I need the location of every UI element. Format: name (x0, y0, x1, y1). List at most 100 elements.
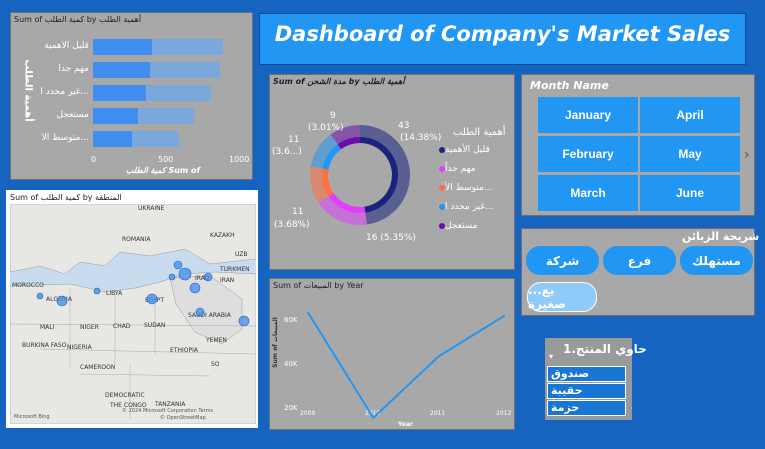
bar-chart-xlabel: كمية الطلب Sum of (126, 166, 200, 175)
map-bubble[interactable] (168, 273, 176, 281)
line-chart[interactable] (270, 279, 516, 431)
month-tile-february[interactable]: February (538, 136, 638, 172)
month-slicer-title: Month Name (530, 79, 609, 92)
container-slicer-title: حاوي المنتج.1 (563, 342, 647, 356)
dashboard-title: Dashboard of Company's Market Sales (274, 22, 731, 46)
donut-label-9-pct: (3.01%) (308, 123, 344, 133)
donut-legend-item[interactable]: غير محدد ا... (436, 202, 494, 212)
bar-highlight (93, 108, 139, 124)
map-label-so: SO (211, 361, 220, 368)
chevron-down-icon[interactable]: ▾ (549, 352, 553, 361)
bar-highlight (93, 85, 147, 101)
donut-legend-label: مهم جداً (445, 164, 476, 174)
map-bubble[interactable] (56, 295, 68, 307)
bar-category-label: غير محدد ا... (40, 87, 89, 97)
bar-highlight (93, 39, 152, 55)
customer-option-consumer[interactable]: مستهلك (680, 246, 753, 275)
bar-category-label: مستعجل (56, 110, 89, 120)
donut-legend-title: أهمية الطلب (453, 127, 506, 138)
bar-chart-title: Sum of كمية الطلب by أهمية الطلب (14, 15, 142, 24)
map-label-chad: CHAD (113, 323, 131, 330)
map-view[interactable]: UKRAINE ROMANIA KAZAKH UZB TURKMEN MOROC… (10, 204, 256, 424)
map-bubble[interactable] (93, 287, 101, 295)
map-label-turkmen: TURKMEN (219, 266, 250, 273)
customer-slicer[interactable]: شريحة الزبائن مستهلك فرع شركة ...يع صغير… (521, 228, 759, 316)
bar-category-label: مهم جداً (58, 64, 89, 74)
map-credit: Microsoft Bing (14, 414, 50, 420)
line-chart-panel[interactable]: Sum of المبيعات by Year Sum of المبيعات … (269, 278, 515, 430)
month-tile-june[interactable]: June (640, 175, 740, 211)
map-label-nigeria: NIGERIA (67, 344, 93, 351)
map-label-saudi: SAUDI ARABIA (188, 312, 232, 319)
map-label-niger: NIGER (80, 324, 99, 331)
donut-legend-label: مستعجل (445, 221, 478, 231)
map-title: Sum of كمية الطلب by المنطقة (10, 193, 122, 202)
month-slicer[interactable]: Month Name January April February May Ma… (521, 74, 755, 216)
map-label-kazakh: KAZAKH (210, 232, 235, 239)
donut-label-9: 9 (330, 111, 336, 121)
line-series[interactable] (307, 311, 505, 420)
dashboard-header: Dashboard of Company's Market Sales (259, 13, 746, 65)
donut-label-11b: 11 (292, 207, 304, 217)
donut-legend-item[interactable]: متوسط الأ... (436, 183, 492, 193)
map-label-romania: ROMANIA (122, 236, 151, 243)
month-tile-may[interactable]: May (640, 136, 740, 172)
line-point[interactable] (372, 416, 375, 419)
map-label-ukraine: UKRAINE (138, 205, 165, 212)
bar-highlight (93, 131, 132, 147)
donut-legend-label: غير محدد ا... (445, 202, 494, 212)
map-bubble[interactable] (36, 292, 44, 300)
bar-chart-panel[interactable]: Sum of كمية الطلب by أهمية الطلب أهمية ا… (10, 12, 253, 180)
map-label-ethiopia: ETHIOPIA (170, 347, 199, 354)
map-bubble[interactable] (238, 315, 250, 327)
line-point[interactable] (437, 355, 440, 358)
map-bubble[interactable] (203, 272, 213, 282)
bar-category-label: متوسط الأ... (41, 133, 89, 143)
chevron-right-icon[interactable]: › (744, 147, 750, 163)
customer-option-small-business[interactable]: ...يع صغيرة (527, 282, 597, 312)
donut-legend-item[interactable]: قليل الأهمية (436, 145, 490, 155)
customer-slicer-title: شريحة الزبائن (682, 230, 760, 243)
donut-label-11b-pct: (3.68%) (274, 220, 310, 230)
map-label-uzb: UZB (235, 251, 248, 258)
map-label-libya: LIBYA (106, 290, 123, 297)
map-label-burkina: BURKINA FASO (22, 342, 67, 349)
customer-option-branch[interactable]: فرع (603, 246, 676, 275)
donut-legend-item[interactable]: مهم جداً (436, 164, 476, 174)
map-panel[interactable]: Sum of كمية الطلب by المنطقة UKRAINE ROM… (6, 190, 258, 428)
bar-tick-0: 0 (91, 155, 97, 164)
map-bubble[interactable] (195, 307, 205, 317)
container-item-pack[interactable]: حزمة (547, 400, 626, 416)
donut-legend-label: قليل الأهمية (445, 145, 490, 155)
map-bubble[interactable] (189, 282, 201, 294)
donut-legend-label: متوسط الأ... (445, 183, 493, 193)
map-bubble[interactable] (146, 293, 158, 305)
month-tile-march[interactable]: March (538, 175, 638, 211)
donut-label-16: 16 (5.35%) (366, 233, 416, 243)
month-tile-april[interactable]: April (640, 97, 740, 133)
map-label-yemen: YEMEN (205, 337, 227, 344)
donut-label-11a: 11 (288, 135, 300, 145)
map-label-tanzania: TANZANIA (154, 401, 186, 408)
bar-category-label: قليل الأهمية (44, 41, 89, 51)
map-label-sudan: SUDAN (144, 322, 165, 329)
map-label-cameroon: CAMEROON (80, 364, 115, 371)
map-label-drc: DEMOCRATIC (105, 392, 145, 399)
bar-tick-1000: 1000 (229, 155, 250, 164)
map-bubble[interactable] (173, 260, 183, 270)
container-item-box[interactable]: صندوق (547, 366, 626, 382)
map-label-iran: IRAN (220, 277, 234, 284)
container-item-bag[interactable]: حقيبة (547, 383, 626, 399)
map-copyright: © 2024 Microsoft Corporation Terms (122, 407, 213, 414)
bar-highlight (93, 62, 151, 78)
line-point[interactable] (503, 315, 505, 318)
customer-option-company[interactable]: شركة (526, 246, 599, 275)
donut-legend-item[interactable]: مستعجل (436, 221, 478, 231)
month-tile-january[interactable]: January (538, 97, 638, 133)
map-bubble[interactable] (178, 267, 192, 281)
donut-label-43: 43 (398, 121, 410, 131)
line-point[interactable] (307, 311, 309, 314)
donut-chart-panel[interactable]: Sum of مدة الشحن by أهمية الطلب 43 (14.3… (269, 74, 515, 270)
map-label-mali: MALI (40, 324, 55, 331)
donut-label-11a-pct: (3.6...) (272, 147, 302, 157)
